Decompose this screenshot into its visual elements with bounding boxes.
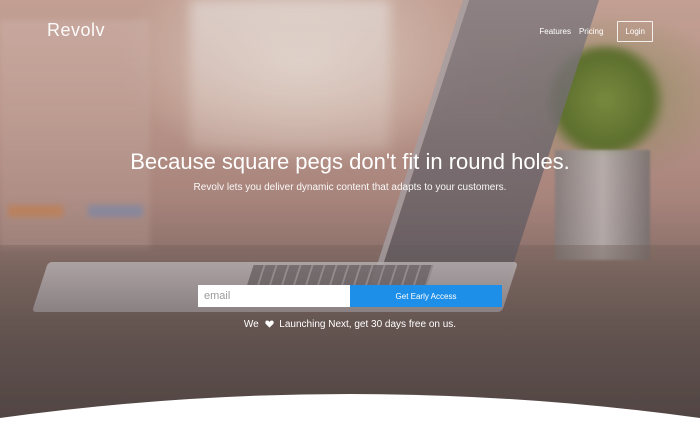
heart-icon: [264, 320, 274, 328]
hero-overlay: [0, 0, 700, 438]
email-input[interactable]: [198, 285, 350, 307]
tagline-suffix: Launching Next, get 30 days free on us.: [279, 319, 457, 330]
signup-form: Get Early Access: [198, 285, 502, 307]
hero-headline: Because square pegs don't fit in round h…: [130, 149, 570, 174]
tagline-prefix: We: [243, 319, 259, 330]
hero-background: [0, 0, 700, 438]
top-nav: Features Pricing Login: [539, 21, 653, 42]
bottom-curve-divider: [0, 394, 700, 440]
nav-link-pricing[interactable]: Pricing: [579, 27, 603, 36]
launch-tagline: We Launching Next, get 30 days free on u…: [0, 319, 700, 330]
login-button[interactable]: Login: [617, 21, 653, 42]
brand-logo[interactable]: Revolv: [47, 20, 105, 41]
nav-link-features[interactable]: Features: [539, 27, 571, 36]
get-early-access-button[interactable]: Get Early Access: [350, 285, 502, 307]
hero-subheadline: Revolv lets you deliver dynamic content …: [193, 182, 507, 193]
